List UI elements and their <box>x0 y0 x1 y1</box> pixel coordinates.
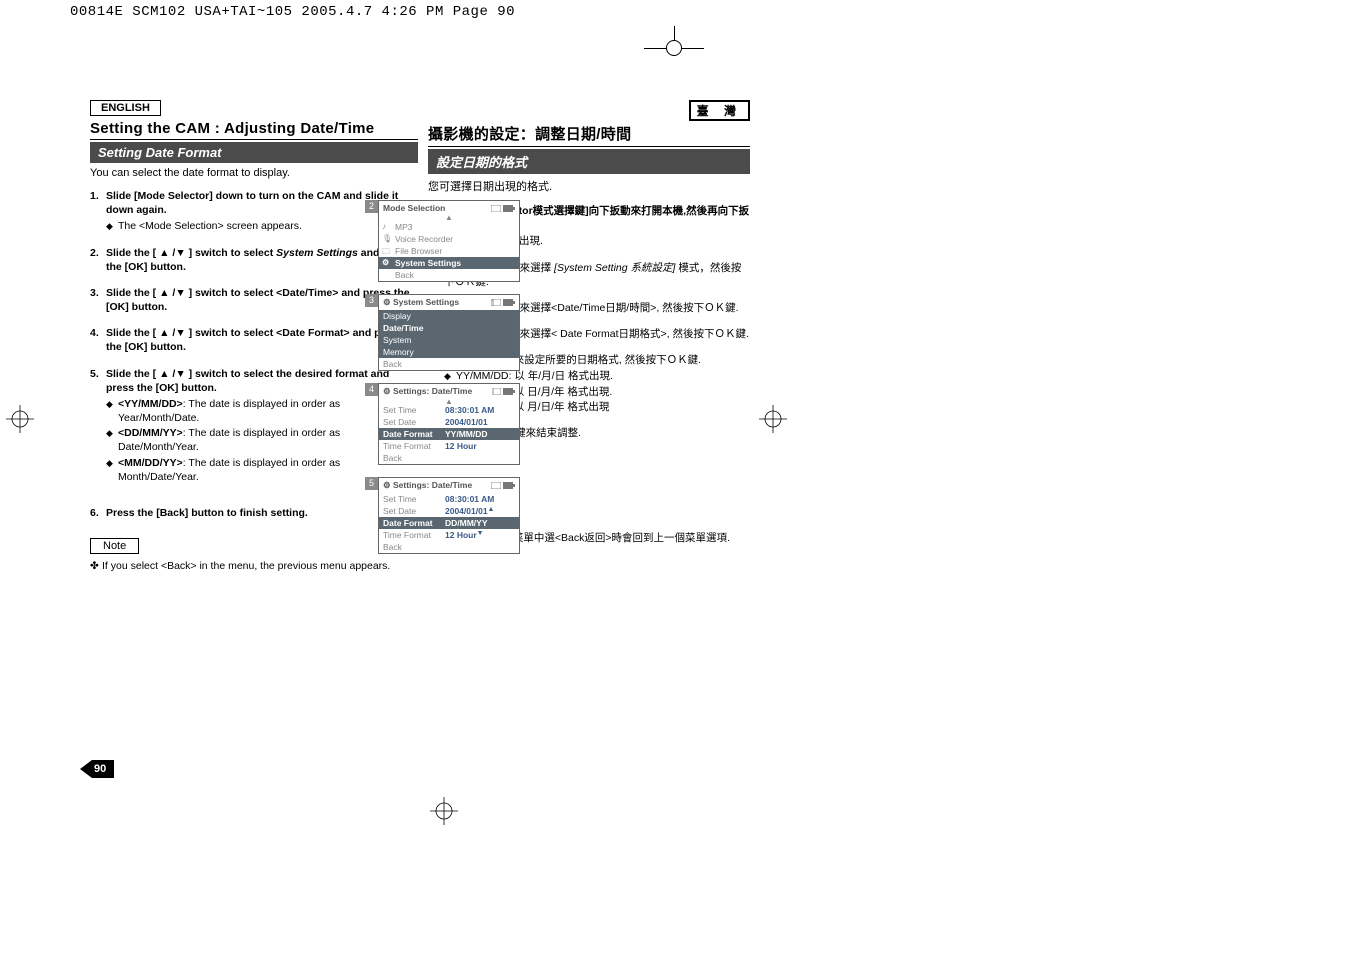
screen-mode-selection: 2 Mode Selection ▲ ♪MP3 🎙Voice Recorder … <box>378 200 520 282</box>
screen-3-title: System Settings <box>393 297 459 307</box>
battery-icon <box>503 205 515 212</box>
step-6: 6. Press the [Back] button to finish set… <box>90 506 418 520</box>
scroll-down-icon: ▼ <box>477 530 484 540</box>
sd-card-icon <box>491 299 501 306</box>
crop-circle-icon <box>666 40 682 56</box>
row-back: Back <box>379 452 519 464</box>
battery-icon <box>503 299 515 306</box>
page-title-right: 攝影機的設定：調整日期/時間 <box>428 123 750 147</box>
row-time-format: Time Format12 Hour ▼ <box>379 529 519 541</box>
row-date-format: Date FormatYY/MM/DD <box>379 428 519 440</box>
status-icons <box>491 386 515 397</box>
battery-icon <box>503 482 515 489</box>
battery-icon <box>503 388 515 395</box>
menu-item-voice-recorder: 🎙Voice Recorder <box>379 233 519 245</box>
settings-icon: ⚙ <box>383 386 391 396</box>
menu-item-date-time: Date/Time <box>379 322 519 334</box>
row-set-date: Set Date2004/01/01 ▲ <box>379 505 519 517</box>
sd-card-icon <box>491 205 501 212</box>
screen-badge-2: 2 <box>365 200 378 213</box>
intro-text-left: You can select the date format to displa… <box>90 167 418 179</box>
menu-item-mp3: ♪MP3 <box>379 221 519 233</box>
row-back: Back <box>379 541 519 553</box>
status-icons <box>491 203 515 213</box>
registration-mark-left <box>6 405 34 436</box>
language-label-english: ENGLISH <box>90 100 161 116</box>
language-label-taiwan: 臺 灣 <box>689 100 750 121</box>
screen-date-time-4: 4 ⚙ Settings: Date/Time ▲ Set Time08:30:… <box>378 383 520 466</box>
row-time-format: Time Format12 Hour <box>379 440 519 452</box>
status-icons <box>491 480 515 491</box>
music-note-icon: ♪ <box>382 222 386 231</box>
section-heading-right: 設定日期的格式 <box>428 149 750 174</box>
sd-card-icon <box>491 388 501 395</box>
menu-item-file-browser: 🗀File Browser <box>379 245 519 257</box>
menu-item-display: Display <box>379 310 519 322</box>
menu-item-memory: Memory <box>379 346 519 358</box>
registration-mark-bottom <box>430 797 458 828</box>
row-date-format: Date FormatDD/MM/YY <box>379 517 519 529</box>
settings-icon: ⚙ <box>382 258 389 267</box>
menu-item-back: Back <box>379 358 519 370</box>
screen-badge-3: 3 <box>365 294 378 307</box>
registration-mark-right <box>759 405 787 436</box>
screen-5-title: Settings: Date/Time <box>393 480 472 490</box>
step-2: 2. Slide the [ ▲ /▼ ] switch to select S… <box>90 246 418 274</box>
screen-date-time-5: 5 ⚙ Settings: Date/Time Set Time08:30:01… <box>378 477 520 554</box>
file-header: 00814E SCM102 USA+TAI~105 2005.4.7 4:26 … <box>70 4 1270 24</box>
menu-item-back: Back <box>379 269 519 281</box>
step-5-sub-1: <YY/MM/DD>: The date is displayed in ord… <box>106 397 418 425</box>
scroll-up-icon: ▲ <box>488 506 495 516</box>
screen-badge-5: 5 <box>365 477 378 490</box>
page-title-left: Setting the CAM : Adjusting Date/Time <box>90 120 418 140</box>
section-heading-left: Setting Date Format <box>90 142 418 163</box>
row-set-date: Set Date2004/01/01 <box>379 416 519 428</box>
sd-card-icon <box>491 482 501 489</box>
step-1-sub: The <Mode Selection> screen appears. <box>106 219 418 233</box>
note-label: Note <box>90 538 139 554</box>
menu-item-system: System <box>379 334 519 346</box>
settings-icon: ⚙ <box>383 297 391 307</box>
intro-text-right: 您可選擇日期出現的格式. <box>428 178 750 194</box>
menu-item-system-settings: ⚙System Settings <box>379 257 519 269</box>
note-text: If you select <Back> in the menu, the pr… <box>90 560 418 574</box>
step-4: 4. Slide the [ ▲ /▼ ] switch to select <… <box>90 326 418 354</box>
screen-2-title: Mode Selection <box>383 203 445 213</box>
row-set-time: Set Time08:30:01 AM <box>379 404 519 416</box>
page-number: 90 <box>80 760 114 778</box>
screen-system-settings: 3 ⚙ System Settings Display Date/Time Sy… <box>378 294 520 371</box>
step-5-sub-2: <DD/MM/YY>: The date is displayed in ord… <box>106 426 418 454</box>
screen-badge-4: 4 <box>365 383 378 396</box>
settings-icon: ⚙ <box>383 480 391 490</box>
row-set-time: Set Time08:30:01 AM <box>379 493 519 505</box>
status-icons <box>491 297 515 308</box>
microphone-icon: 🎙 <box>382 234 392 243</box>
screen-4-title: Settings: Date/Time <box>393 386 472 396</box>
